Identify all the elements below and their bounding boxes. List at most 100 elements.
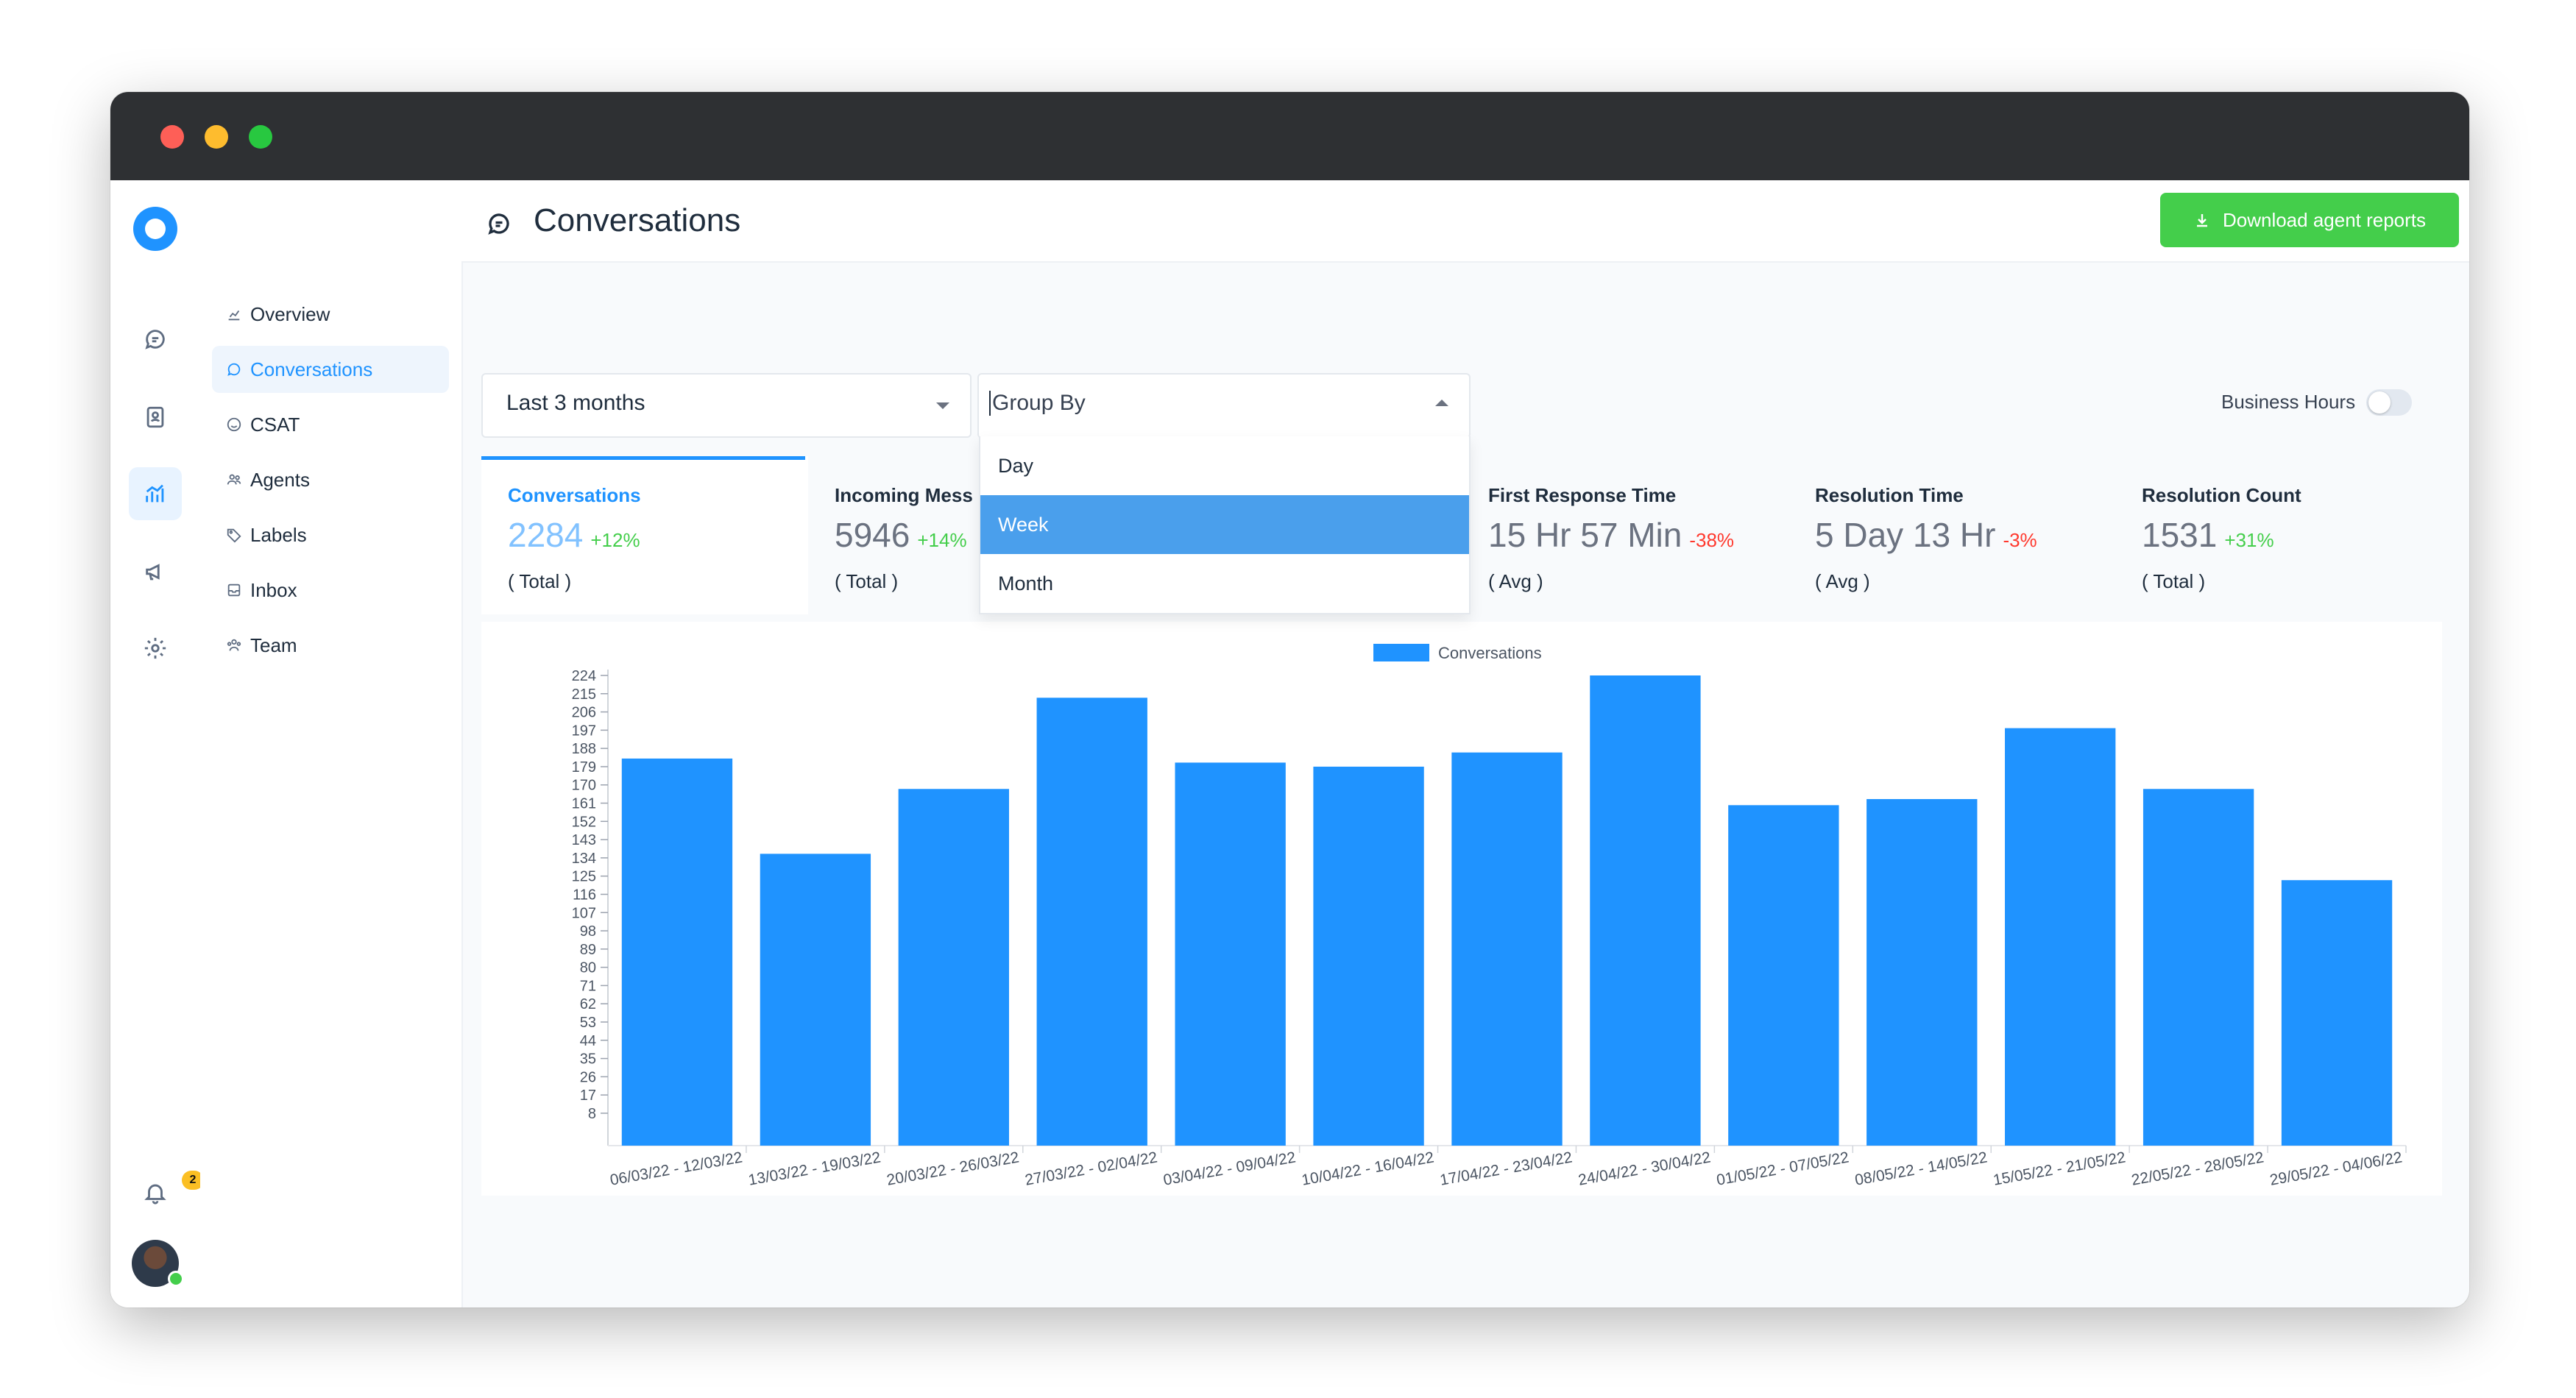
x-tick-label: 13/03/22 - 19/03/22: [747, 1149, 882, 1188]
y-tick-label: 44: [580, 1033, 596, 1049]
y-tick-label: 35: [580, 1051, 596, 1068]
subnav-item-label: CSAT: [250, 413, 300, 436]
group-by-select[interactable]: Group By: [977, 373, 1471, 439]
x-tick-label: 03/04/22 - 09/04/22: [1162, 1149, 1297, 1188]
metric-card-conversations[interactable]: Conversations 2284 +12% ( Total ): [481, 456, 808, 614]
contacts-icon: [146, 406, 164, 428]
y-tick-label: 107: [572, 905, 596, 921]
x-tick-label: 27/03/22 - 02/04/22: [1024, 1149, 1158, 1188]
subnav-item-label: Team: [250, 634, 297, 656]
y-tick-label: 116: [573, 887, 596, 903]
megaphone-icon: [146, 564, 160, 581]
x-tick-label: 08/05/22 - 14/05/22: [1853, 1149, 1988, 1188]
minimize-window-button[interactable]: [205, 125, 228, 149]
subnav-item-csat[interactable]: CSAT: [212, 401, 449, 448]
metric-label: Incoming Mess: [835, 484, 973, 506]
group-by-dropdown: Day Week Month: [979, 436, 1471, 614]
metric-card-resolution-time[interactable]: Resolution Time 5 Day 13 Hr -3% ( Avg ): [1788, 456, 2115, 614]
bar: [621, 758, 733, 1146]
metric-sub: ( Avg ): [1815, 570, 1870, 592]
y-tick-label: 26: [580, 1069, 596, 1085]
download-icon: [2196, 214, 2207, 227]
campaigns-nav-button[interactable]: [129, 545, 182, 598]
metric-label: Resolution Time: [1815, 484, 1964, 506]
legend-swatch: [1373, 644, 1429, 661]
close-window-button[interactable]: [160, 125, 184, 149]
bar: [760, 854, 871, 1146]
notifications-button[interactable]: 2: [129, 1166, 204, 1219]
app-logo[interactable]: [133, 207, 177, 251]
chat-icon: [227, 363, 241, 376]
smile-icon: [227, 417, 241, 432]
reports-icon: [146, 484, 164, 503]
bar: [1036, 698, 1147, 1146]
business-hours-toggle[interactable]: [2366, 389, 2412, 416]
subnav-item-label: Labels: [250, 523, 307, 546]
chevron-down-icon: [936, 402, 949, 409]
y-tick-label: 206: [572, 705, 596, 721]
chevron-up-icon: [1435, 400, 1448, 406]
x-tick-label: 06/03/22 - 12/03/22: [609, 1149, 743, 1188]
metric-value: 5 Day 13 Hr: [1815, 516, 1996, 554]
contacts-nav-button[interactable]: [129, 391, 182, 444]
metric-card-first-response-time[interactable]: First Response Time 15 Hr 57 Min -38% ( A…: [1462, 456, 1788, 614]
date-range-value: Last 3 months: [506, 391, 645, 415]
subnav-item-conversations[interactable]: Conversations: [212, 346, 449, 393]
y-tick-label: 98: [580, 923, 596, 940]
chart-line-icon: [228, 310, 240, 321]
y-tick-label: 179: [572, 759, 596, 776]
metric-delta: +12%: [590, 529, 640, 551]
metric-card-resolution-count[interactable]: Resolution Count 1531 +31% ( Total ): [2115, 456, 2442, 614]
y-tick-label: 134: [572, 851, 596, 867]
chat-icon: [486, 210, 512, 237]
date-range-select[interactable]: Last 3 months: [481, 373, 972, 438]
group-by-option-month[interactable]: Month: [980, 554, 1469, 613]
subnav-item-label: Inbox: [250, 578, 297, 601]
settings-nav-button[interactable]: [129, 622, 182, 675]
bar: [2142, 789, 2254, 1146]
y-tick-label: 89: [580, 942, 596, 958]
group-by-option-week[interactable]: Week: [980, 495, 1469, 554]
y-tick-label: 215: [572, 686, 596, 703]
metric-delta: -38%: [1689, 529, 1735, 551]
subnav-item-labels[interactable]: Labels: [212, 511, 449, 558]
window-titlebar: [110, 92, 2469, 180]
bar: [2281, 880, 2393, 1146]
metric-delta: -3%: [2003, 529, 2037, 551]
subnav-item-agents[interactable]: Agents: [212, 456, 449, 503]
x-tick-label: 24/04/22 - 30/04/22: [1577, 1149, 1712, 1188]
conversations-bar-chart: Conversations 224 215 206 197 188 179 170 161 152…: [572, 644, 2407, 1189]
people-icon: [227, 474, 241, 485]
online-status-indicator: [168, 1271, 184, 1287]
metric-delta: +31%: [2224, 529, 2274, 551]
x-tick-label: 01/05/22 - 07/05/22: [1716, 1149, 1850, 1188]
conversations-chart-card: Conversations 224 215 206 197 188 179 170 161 152…: [481, 622, 2442, 1196]
x-tick-label: 20/03/22 - 26/03/22: [885, 1149, 1020, 1188]
metric-label: Conversations: [508, 484, 641, 506]
page-title: Conversations: [534, 202, 741, 238]
metric-value: 1531: [2142, 516, 2218, 554]
group-by-option-day[interactable]: Day: [980, 436, 1469, 495]
legend-label: Conversations: [1438, 644, 1542, 662]
subnav-item-inbox[interactable]: Inbox: [212, 567, 449, 614]
bell-icon: [144, 1184, 166, 1204]
subnav-item-overview[interactable]: Overview: [212, 291, 449, 338]
business-hours-label: Business Hours: [2221, 391, 2356, 413]
metric-value: 5946: [835, 516, 910, 554]
y-tick-label: 197: [572, 723, 596, 739]
subnav-item-team[interactable]: Team: [212, 622, 449, 669]
x-tick-label: 17/04/22 - 23/04/22: [1439, 1149, 1574, 1188]
y-tick-label: 152: [572, 814, 596, 830]
y-tick-label: 62: [580, 996, 596, 1012]
maximize-window-button[interactable]: [249, 125, 272, 149]
team-icon: [227, 639, 241, 651]
download-agent-reports-button[interactable]: Download agent reports: [2160, 193, 2459, 247]
reports-nav-button[interactable]: [129, 467, 182, 520]
inbox-icon: [227, 583, 241, 597]
page-header: Conversations Download agent reports: [461, 180, 2469, 263]
bar: [2005, 728, 2116, 1146]
chat-icon: [145, 330, 165, 350]
conversations-nav-button[interactable]: [129, 313, 182, 366]
y-tick-label: 170: [572, 778, 596, 794]
main-content: Conversations Download agent reports Las…: [461, 180, 2469, 1307]
